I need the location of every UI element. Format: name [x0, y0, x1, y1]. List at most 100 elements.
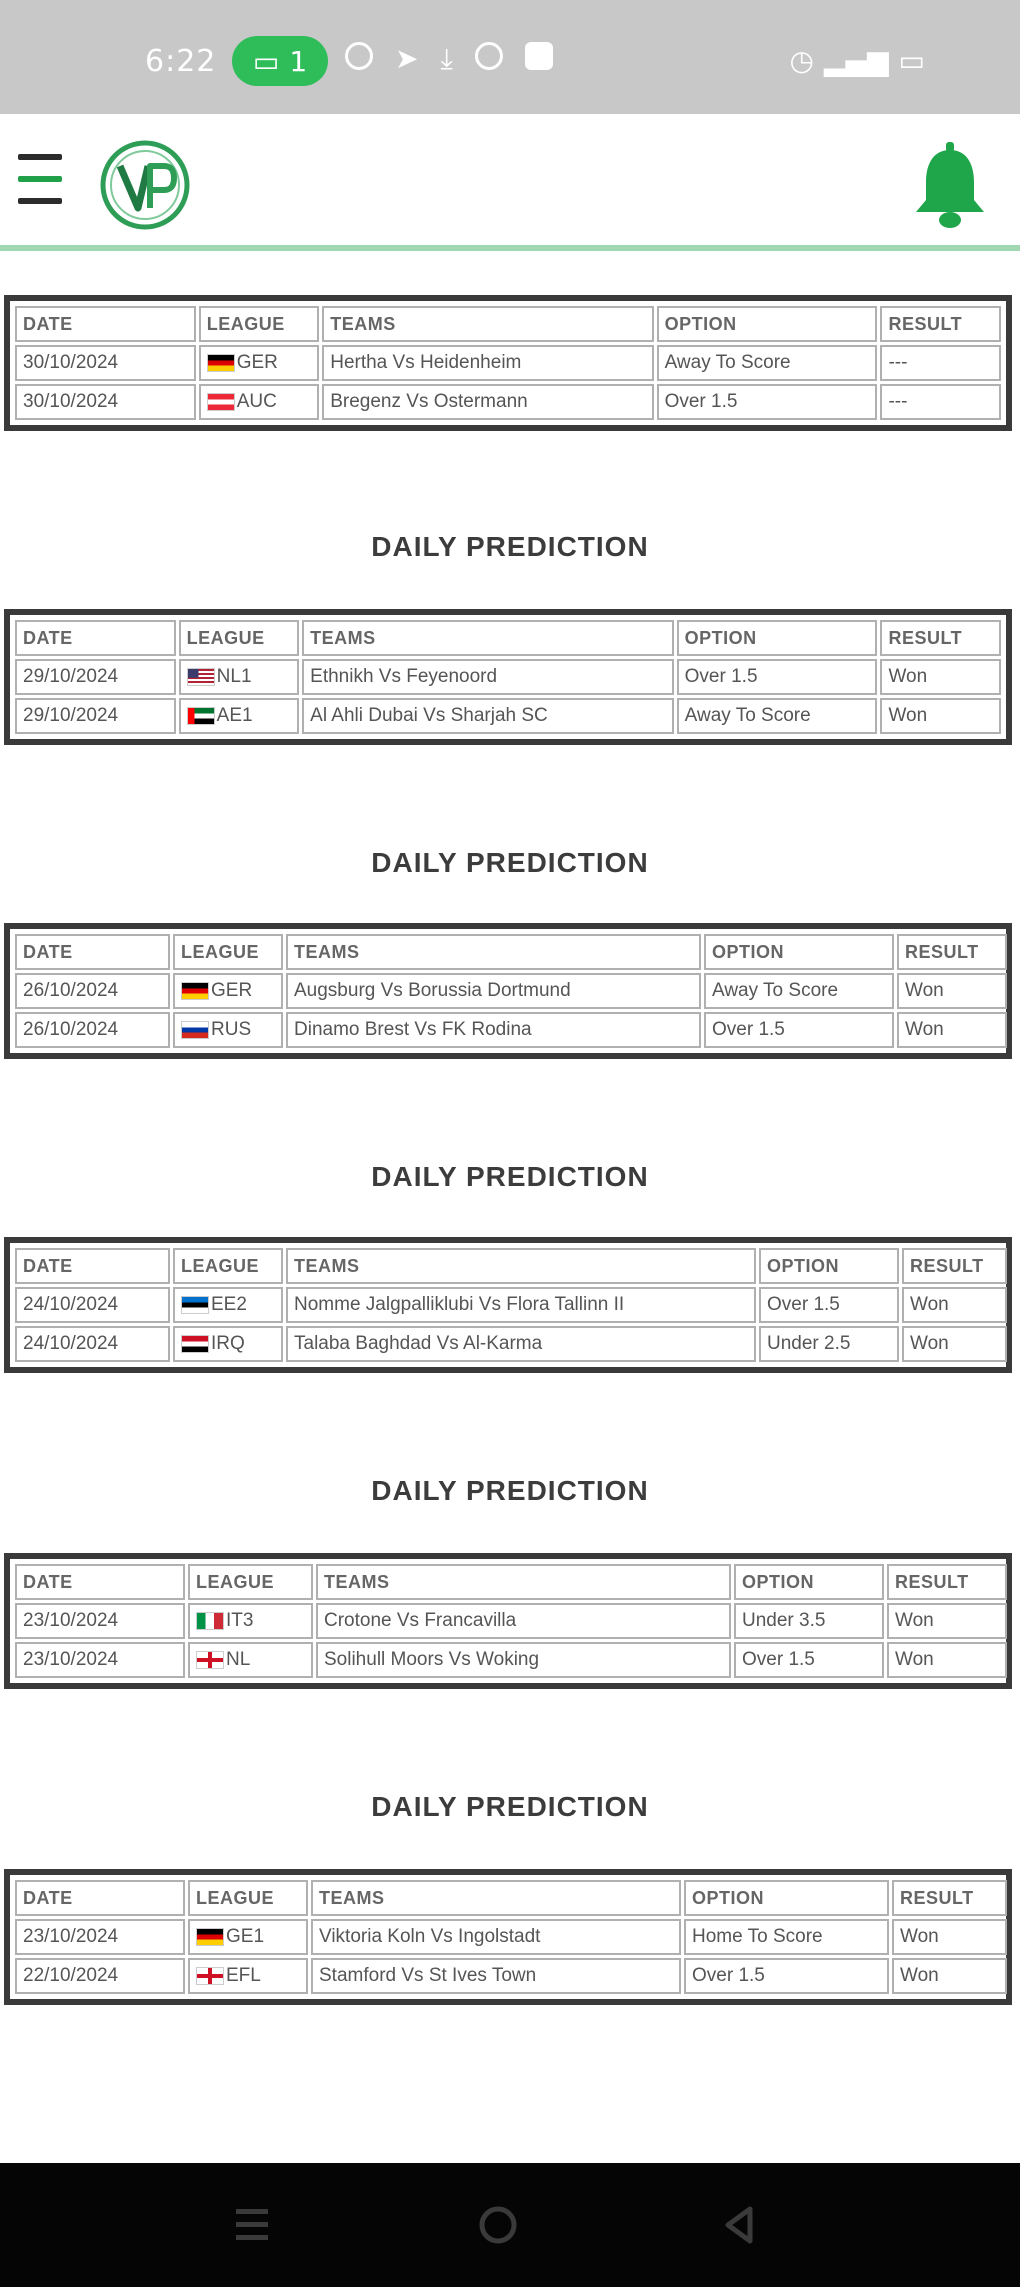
table-row[interactable]: 29/10/2024 AE1 Al Ahli Dubai Vs Sharjah …: [15, 698, 1001, 734]
flag-icon: [186, 706, 215, 725]
battery-icon: ▭: [898, 44, 925, 77]
back-icon[interactable]: [716, 2201, 764, 2249]
row-date: 29/10/2024: [15, 659, 176, 695]
row-league: GE1: [188, 1919, 308, 1955]
league-code: GE1: [226, 1925, 265, 1947]
prediction-table: DATE LEAGUE TEAMS OPTION RESULT 23/10/20…: [4, 1869, 1012, 2005]
telegram-icon: ➤: [395, 42, 419, 75]
row-result: Won: [897, 1012, 1007, 1048]
row-result: Won: [897, 973, 1007, 1009]
table-row[interactable]: 23/10/2024 IT3 Crotone Vs Francavilla Un…: [15, 1603, 1007, 1639]
table-row[interactable]: 26/10/2024 GER Augsburg Vs Borussia Dort…: [15, 973, 1007, 1009]
column-league: LEAGUE: [198, 306, 320, 342]
row-result: Won: [892, 1919, 1007, 1955]
column-option: OPTION: [704, 934, 894, 970]
flag-icon: [196, 1650, 224, 1669]
table-row[interactable]: 24/10/2024 IRQ Talaba Baghdad Vs Al-Karm…: [15, 1326, 1007, 1362]
row-option: Home To Score: [684, 1919, 889, 1955]
column-option: OPTION: [676, 620, 878, 656]
row-date: 23/10/2024: [15, 1919, 185, 1955]
prediction-table: DATE LEAGUE TEAMS OPTION RESULT 30/10/20…: [4, 295, 1012, 431]
column-league: LEAGUE: [178, 620, 300, 656]
status-time: 6:22: [145, 44, 217, 79]
row-option: Over 1.5: [734, 1642, 884, 1678]
row-result: Won: [887, 1603, 1007, 1639]
league-code: AE1: [216, 704, 253, 726]
system-icons: ◷ ▂▄▆ ▭: [789, 44, 925, 77]
table-row[interactable]: 24/10/2024 EE2 Nomme Jalgpalliklubi Vs F…: [15, 1287, 1007, 1323]
status-bar: 6:22 ▭ 1 ➤ ⤓ ◷ ▂▄▆ ▭: [0, 0, 1020, 114]
row-date: 24/10/2024: [15, 1326, 170, 1362]
table-row[interactable]: 30/10/2024 AUC Bregenz Vs Ostermann Over…: [15, 384, 1001, 420]
flag-icon: [181, 1334, 209, 1353]
table-row[interactable]: 23/10/2024 GE1 Viktoria Koln Vs Ingolsta…: [15, 1919, 1007, 1955]
flag-icon: [206, 392, 235, 411]
row-option: Away To Score: [656, 345, 878, 381]
column-teams: TEAMS: [286, 934, 701, 970]
row-league: AUC: [198, 384, 320, 420]
row-date: 29/10/2024: [15, 698, 176, 734]
menu-icon[interactable]: [18, 154, 62, 204]
row-option: Under 3.5: [734, 1603, 884, 1639]
row-option: Over 1.5: [676, 659, 878, 695]
column-league: LEAGUE: [173, 934, 283, 970]
row-league: NL1: [178, 659, 300, 695]
active-call-pill[interactable]: ▭ 1: [232, 36, 328, 86]
recents-icon[interactable]: [228, 2201, 276, 2249]
column-result: RESULT: [880, 620, 1001, 656]
table-row[interactable]: 29/10/2024 NL1 Ethnikh Vs Feyenoord Over…: [15, 659, 1001, 695]
table-row[interactable]: 22/10/2024 EFL Stamford Vs St Ives Town …: [15, 1958, 1007, 1994]
row-teams: Stamford Vs St Ives Town: [311, 1958, 681, 1994]
app-logo[interactable]: [98, 138, 192, 232]
row-league: GER: [173, 973, 283, 1009]
section-heading: DAILY PREDICTION: [371, 1475, 649, 1506]
table-header-row: DATE LEAGUE TEAMS OPTION RESULT: [15, 306, 1001, 342]
status-badge-count: 1: [289, 44, 308, 78]
flag-icon: [196, 1611, 224, 1630]
flag-icon: [196, 1966, 224, 1985]
section-heading: DAILY PREDICTION: [371, 847, 649, 878]
column-teams: TEAMS: [286, 1248, 756, 1284]
bell-icon[interactable]: [910, 140, 990, 230]
section-heading: DAILY PREDICTION: [371, 1791, 649, 1822]
table-row[interactable]: 30/10/2024 GER Hertha Vs Heidenheim Away…: [15, 345, 1001, 381]
column-date: DATE: [15, 1880, 185, 1916]
home-icon[interactable]: [474, 2201, 522, 2249]
flag-icon: [181, 981, 209, 1000]
row-result: ---: [880, 345, 1001, 381]
flag-icon: [196, 1927, 224, 1946]
league-code: AUC: [236, 390, 277, 412]
league-code: IT3: [226, 1609, 254, 1631]
system-nav-bar: [0, 2163, 1020, 2287]
league-code: IRQ: [211, 1332, 245, 1354]
league-code: NL: [226, 1648, 251, 1670]
section-heading: DAILY PREDICTION: [371, 531, 649, 562]
alarm-icon: ◷: [789, 44, 814, 77]
column-date: DATE: [15, 934, 170, 970]
row-teams: Dinamo Brest Vs FK Rodina: [286, 1012, 701, 1048]
row-date: 26/10/2024: [15, 973, 170, 1009]
column-league: LEAGUE: [188, 1880, 308, 1916]
row-teams: Al Ahli Dubai Vs Sharjah SC: [302, 698, 674, 734]
table-row[interactable]: 26/10/2024 RUS Dinamo Brest Vs FK Rodina…: [15, 1012, 1007, 1048]
column-result: RESULT: [897, 934, 1007, 970]
row-league: AE1: [178, 698, 300, 734]
section-heading: DAILY PREDICTION: [371, 1161, 649, 1192]
row-result: Won: [902, 1326, 1007, 1362]
prediction-table: DATE LEAGUE TEAMS OPTION RESULT 26/10/20…: [4, 923, 1012, 1059]
table-header-row: DATE LEAGUE TEAMS OPTION RESULT: [15, 620, 1001, 656]
row-teams: Nomme Jalgpalliklubi Vs Flora Tallinn II: [286, 1287, 756, 1323]
app-header: [0, 114, 1020, 251]
table-row[interactable]: 23/10/2024 NL Solihull Moors Vs Woking O…: [15, 1642, 1007, 1678]
screen-record-icon: ▭: [252, 44, 280, 78]
table-header-row: DATE LEAGUE TEAMS OPTION RESULT: [15, 1564, 1007, 1600]
row-option: Over 1.5: [759, 1287, 899, 1323]
column-teams: TEAMS: [311, 1880, 681, 1916]
column-option: OPTION: [684, 1880, 889, 1916]
table-header-row: DATE LEAGUE TEAMS OPTION RESULT: [15, 1880, 1007, 1916]
row-result: ---: [880, 384, 1001, 420]
flag-icon: [181, 1020, 209, 1039]
row-league: NL: [188, 1642, 313, 1678]
row-date: 23/10/2024: [15, 1603, 185, 1639]
column-option: OPTION: [734, 1564, 884, 1600]
